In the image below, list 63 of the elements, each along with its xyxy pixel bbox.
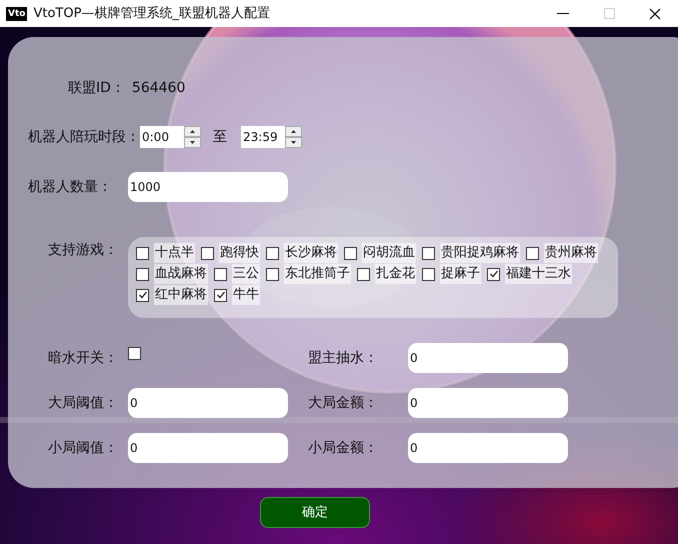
checkbox[interactable] — [214, 268, 227, 280]
field-label: 小局金额： — [308, 438, 378, 458]
alliance-id-value: 564460 — [132, 78, 186, 98]
checkbox[interactable] — [136, 246, 149, 260]
field-label: 盟主抽水： — [308, 348, 378, 368]
robot-count-field[interactable]: 1000 — [128, 172, 288, 202]
game-label[interactable]: 福建十三水 — [505, 264, 572, 284]
game-label[interactable]: 扎金花 — [375, 264, 416, 284]
spin-down-button[interactable] — [285, 137, 302, 148]
down-arrow-icon — [291, 141, 296, 144]
checkbox[interactable] — [128, 346, 141, 360]
input-field[interactable]: 0 — [128, 433, 288, 463]
close-icon — [649, 8, 661, 20]
game-label[interactable]: 贵州麻将 — [544, 243, 598, 263]
play-time-label: 机器人陪玩时段： — [28, 128, 140, 146]
down-arrow-icon — [190, 141, 195, 144]
app-icon: Vto — [6, 6, 28, 20]
up-arrow-icon — [190, 130, 195, 133]
confirm-button[interactable]: 确定 — [260, 497, 370, 528]
start-time-field[interactable]: 0:00 — [140, 126, 201, 148]
checkbox[interactable] — [526, 246, 539, 260]
input-field[interactable]: 0 — [408, 433, 568, 463]
checkbox[interactable] — [214, 288, 227, 302]
game-label[interactable]: 长沙麻将 — [284, 243, 338, 263]
maximize-icon — [604, 8, 614, 19]
field-label: 暗水开关： — [48, 348, 118, 368]
field-label: 大局金额： — [308, 394, 378, 412]
spin-up-button[interactable] — [184, 126, 201, 137]
checkbox[interactable] — [422, 246, 435, 260]
input-field[interactable]: 0 — [408, 343, 568, 373]
checkbox[interactable] — [266, 246, 279, 260]
checkbox[interactable] — [136, 288, 149, 302]
checkbox[interactable] — [487, 268, 500, 280]
game-label[interactable]: 跑得快 — [219, 243, 260, 263]
checkbox[interactable] — [136, 268, 149, 280]
window-title: VtoTOP—棋牌管理系统_联盟机器人配置 — [33, 4, 270, 23]
input-field[interactable]: 0 — [408, 388, 568, 418]
checkbox[interactable] — [344, 246, 357, 260]
spin-up-button[interactable] — [285, 126, 302, 137]
input-field[interactable]: 0 — [128, 388, 288, 418]
checkbox[interactable] — [357, 268, 370, 280]
game-label[interactable]: 血战麻将 — [154, 264, 208, 284]
field-label: 大局阈值： — [48, 394, 118, 412]
end-time-field[interactable]: 23:59 — [241, 126, 302, 148]
game-label[interactable]: 闷胡流血 — [362, 243, 416, 263]
game-label[interactable]: 十点半 — [154, 243, 195, 263]
game-label[interactable]: 捉麻子 — [440, 264, 481, 284]
field-label: 小局阈值： — [48, 438, 118, 458]
minimize-icon — [557, 12, 569, 14]
checkbox[interactable] — [266, 268, 279, 280]
spin-down-button[interactable] — [184, 137, 201, 148]
game-label[interactable]: 红中麻将 — [154, 285, 208, 305]
checkbox[interactable] — [422, 268, 435, 280]
alliance-id-label: 联盟ID： — [68, 78, 125, 98]
separator-label: 至 — [213, 128, 227, 146]
game-label[interactable]: 东北推筒子 — [284, 264, 351, 284]
up-arrow-icon — [291, 130, 296, 133]
games-label: 支持游戏： — [48, 241, 119, 260]
game-label[interactable]: 牛牛 — [232, 285, 260, 305]
game-label[interactable]: 贵阳捉鸡麻将 — [440, 243, 520, 263]
robot-count-label: 机器人数量： — [28, 178, 113, 196]
game-label[interactable]: 三公 — [232, 264, 260, 284]
checkbox[interactable] — [201, 246, 214, 260]
